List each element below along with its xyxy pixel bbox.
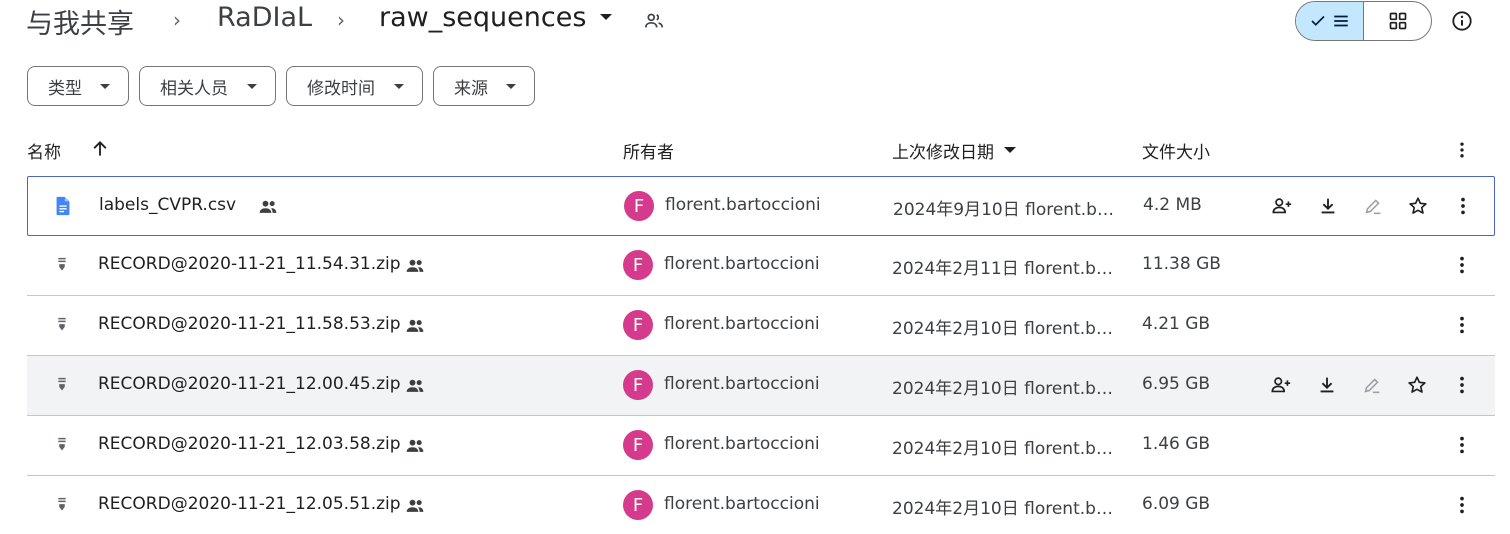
breadcrumb-separator: › [337, 8, 345, 32]
caret-down-icon [394, 84, 404, 89]
grid-icon [1389, 12, 1406, 30]
filter-label: 相关人员 [160, 78, 228, 99]
zip-icon [58, 257, 66, 271]
column-header-size[interactable]: 文件大小 [1142, 138, 1210, 163]
file-size: 4.21 GB [1142, 314, 1211, 334]
more-vert-icon[interactable] [1451, 374, 1473, 396]
file-size: 6.09 GB [1142, 494, 1211, 514]
shared-icon [406, 259, 424, 272]
check-icon [1310, 15, 1325, 26]
file-row[interactable]: RECORD@2020-11-21_12.05.51.zip Fflorent.b… [27, 476, 1495, 534]
list-view-button[interactable] [1296, 2, 1364, 40]
column-header-name[interactable]: 名称 [27, 138, 61, 163]
file-row[interactable]: RECORD@2020-11-21_12.00.45.zip Fflorent.b… [27, 356, 1495, 416]
download-icon[interactable] [1316, 374, 1338, 396]
shared-icon [406, 499, 424, 512]
avatar: F [623, 250, 653, 280]
rename-icon[interactable] [1362, 195, 1384, 217]
avatar: F [623, 370, 653, 400]
file-row[interactable]: RECORD@2020-11-21_11.54.31.zip Fflorent.b… [27, 236, 1495, 296]
star-icon[interactable] [1407, 195, 1429, 217]
more-vert-icon[interactable] [1451, 314, 1473, 336]
modified-date: 2024年2月10日 florent.bartoccioni [892, 499, 1122, 519]
info-icon[interactable] [1451, 10, 1473, 32]
modified-date: 2024年2月10日 florent.bartoccioni [892, 439, 1122, 459]
caret-down-icon [506, 84, 516, 89]
add-person-icon[interactable] [1271, 195, 1293, 217]
file-name[interactable]: labels_CVPR.csv [99, 195, 236, 215]
add-person-icon[interactable] [1270, 374, 1292, 396]
modified-date: 2024年2月10日 florent.bartoccioni [892, 379, 1122, 399]
filter-type[interactable]: 类型 [27, 66, 129, 106]
file-name[interactable]: RECORD@2020-11-21_11.54.31.zip [98, 254, 401, 274]
file-size: 6.95 GB [1142, 374, 1211, 394]
owner-name: florent.bartoccioni [664, 374, 820, 394]
breadcrumb-root[interactable]: 与我共享 [26, 2, 134, 41]
document-icon [56, 196, 70, 216]
more-vert-icon[interactable] [1451, 254, 1473, 276]
more-vert-icon[interactable] [1451, 494, 1473, 516]
avatar: F [623, 310, 653, 340]
filter-people[interactable]: 相关人员 [139, 66, 276, 106]
more-vert-icon[interactable] [1451, 434, 1473, 456]
zip-icon [58, 437, 66, 451]
view-toggle [1295, 1, 1432, 41]
shared-icon [406, 319, 424, 332]
column-header-modified[interactable]: 上次修改日期 [892, 138, 994, 163]
file-name[interactable]: RECORD@2020-11-21_11.58.53.zip [98, 314, 401, 334]
file-name[interactable]: RECORD@2020-11-21_12.00.45.zip [98, 374, 401, 394]
file-row[interactable]: labels_CVPR.csv Fflorent.bartoccioni 2024年… [27, 176, 1495, 236]
star-icon[interactable] [1406, 374, 1428, 396]
owner-name: florent.bartoccioni [664, 314, 820, 334]
filter-modified[interactable]: 修改时间 [286, 66, 423, 106]
shared-icon [406, 379, 424, 392]
owner-name: florent.bartoccioni [664, 434, 820, 454]
file-name[interactable]: RECORD@2020-11-21_12.03.58.zip [98, 434, 401, 454]
zip-icon [58, 497, 66, 511]
file-row[interactable]: RECORD@2020-11-21_11.58.53.zip Fflorent.b… [27, 296, 1495, 356]
file-name[interactable]: RECORD@2020-11-21_12.05.51.zip [98, 494, 401, 514]
modified-date: 2024年2月10日 florent.bartoccioni [892, 319, 1122, 339]
file-size: 4.2 MB [1143, 195, 1202, 215]
zip-icon [58, 377, 66, 391]
shared-icon [259, 200, 276, 213]
avatar: F [624, 191, 654, 221]
download-icon[interactable] [1317, 195, 1339, 217]
modified-date: 2024年9月10日 florent.bartoccioni [893, 200, 1123, 220]
caret-down-icon [247, 84, 257, 89]
caret-down-icon[interactable] [600, 14, 612, 20]
filter-source[interactable]: 来源 [433, 66, 535, 106]
breadcrumb-separator: › [173, 8, 181, 32]
avatar: F [623, 490, 653, 520]
caret-down-icon[interactable] [1004, 147, 1016, 153]
file-size: 11.38 GB [1142, 254, 1221, 274]
grid-view-button[interactable] [1364, 2, 1431, 40]
filter-label: 类型 [48, 78, 82, 99]
avatar: F [623, 430, 653, 460]
breadcrumb-current[interactable]: raw_sequences [379, 2, 586, 33]
list-icon [1333, 15, 1348, 27]
rename-icon[interactable] [1361, 374, 1383, 396]
sort-arrow-up-icon[interactable] [90, 139, 110, 159]
file-row[interactable]: RECORD@2020-11-21_12.03.58.zip Fflorent.b… [27, 416, 1495, 476]
zip-icon [58, 317, 66, 331]
owner-name: florent.bartoccioni [664, 254, 820, 274]
caret-down-icon [100, 84, 110, 89]
shared-folder-icon[interactable] [643, 10, 665, 32]
breadcrumb-folder[interactable]: RaDIaL [217, 2, 312, 33]
more-vert-icon[interactable] [1452, 140, 1472, 160]
file-size: 1.46 GB [1142, 434, 1211, 454]
owner-name: florent.bartoccioni [665, 195, 821, 215]
modified-date: 2024年2月11日 florent.bartoccioni [892, 259, 1122, 279]
owner-name: florent.bartoccioni [664, 494, 820, 514]
filter-label: 修改时间 [307, 78, 375, 99]
more-vert-icon[interactable] [1452, 195, 1474, 217]
filter-label: 来源 [454, 78, 488, 99]
header: 与我共享 › RaDIaL › raw_sequences [0, 0, 1510, 44]
column-header-owner[interactable]: 所有者 [623, 138, 674, 163]
shared-icon [406, 439, 424, 452]
